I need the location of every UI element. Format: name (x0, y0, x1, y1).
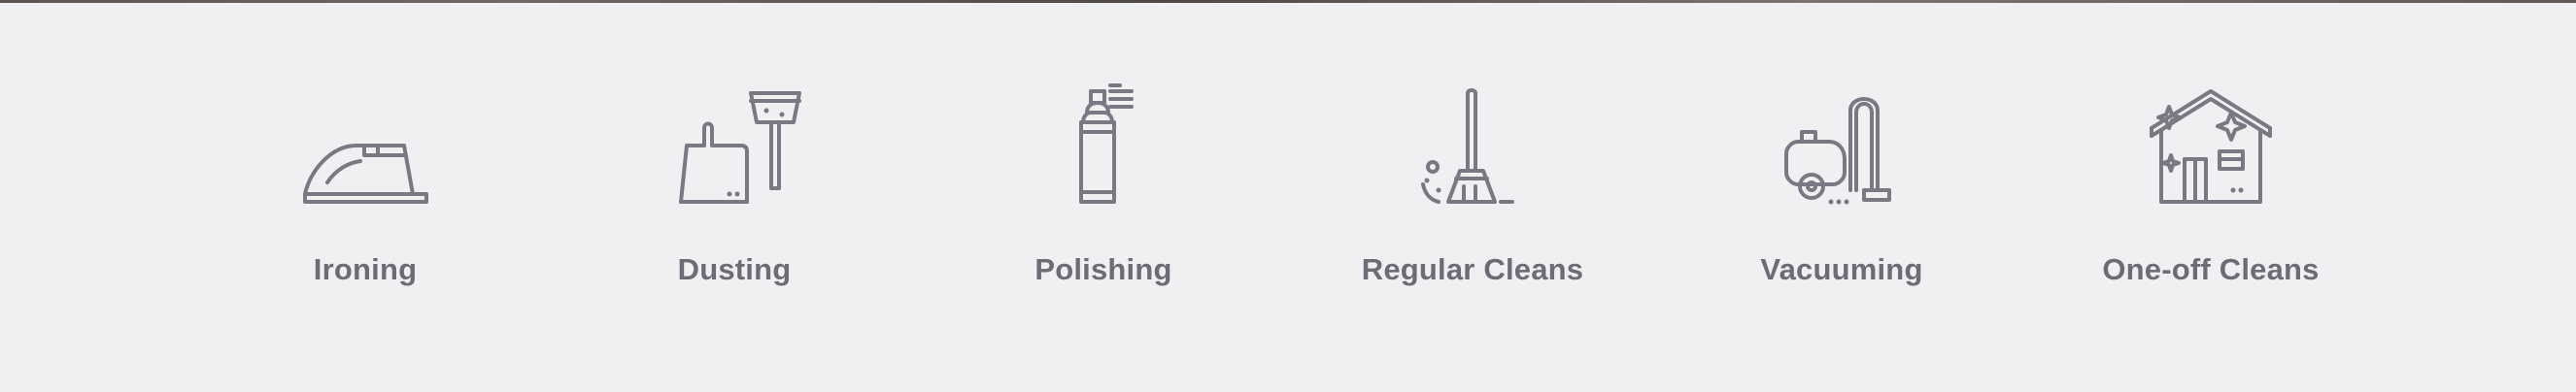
service-item-regular-cleans[interactable]: Regular Cleans (1327, 78, 1618, 310)
service-item-ironing[interactable]: Ironing (220, 78, 511, 310)
services-row: Ironing Dusting Polishing Regular Cleans… (0, 0, 2576, 392)
service-item-vacuuming[interactable]: Vacuuming (1696, 78, 1987, 310)
service-label: Ironing (313, 252, 418, 286)
dustpan-brush-icon (679, 91, 801, 204)
service-label: Vacuuming (1760, 252, 1923, 286)
service-label: Dusting (677, 252, 792, 286)
broom-icon (1421, 88, 1514, 204)
service-item-polishing[interactable]: Polishing (958, 78, 1249, 310)
iron-icon (303, 144, 428, 204)
service-label: One-off Cleans (2102, 252, 2320, 286)
service-item-one-off-cleans[interactable]: One-off Cleans (2065, 78, 2356, 310)
vacuum-cleaner-icon (1784, 97, 1891, 205)
service-label: Polishing (1034, 252, 1172, 286)
service-item-dusting[interactable]: Dusting (589, 78, 880, 310)
spray-can-icon (1079, 83, 1134, 204)
sparkling-house-icon (2150, 89, 2272, 204)
service-label: Regular Cleans (1361, 252, 1584, 286)
